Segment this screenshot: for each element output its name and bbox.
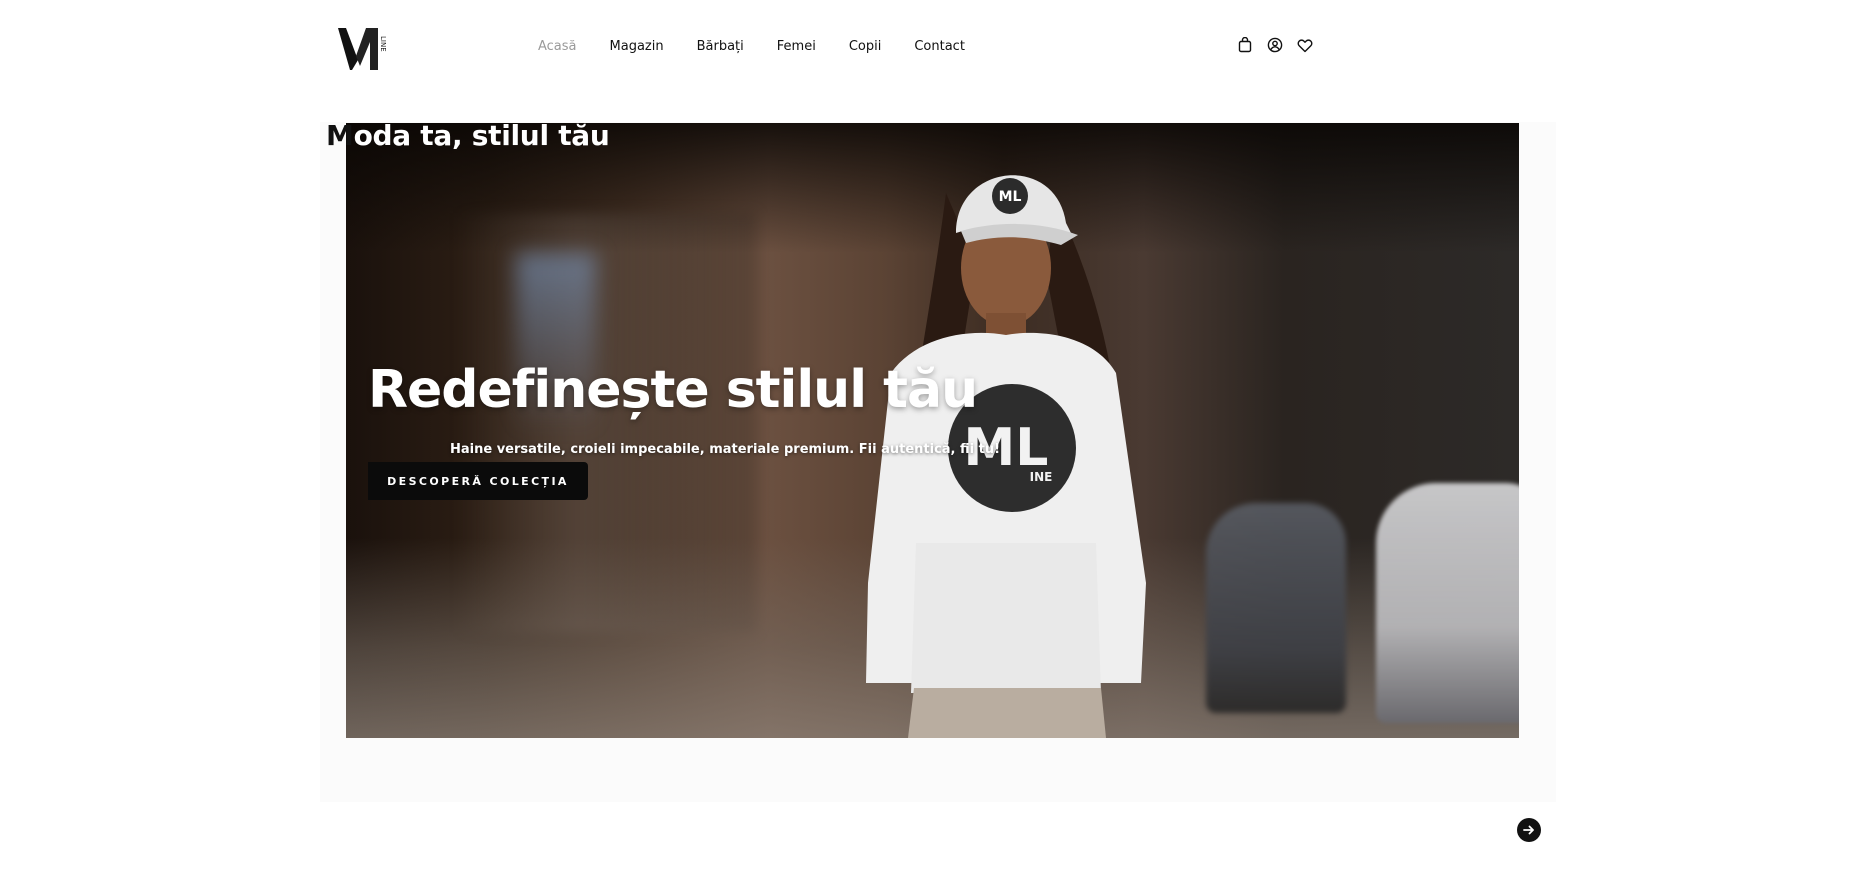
svg-text:LINE: LINE [379,36,387,52]
hero-eyebrow-rest: oda ta, stilul tău [353,119,610,152]
nav-item-contact[interactable]: Contact [914,39,965,54]
main-nav: Acasă Magazin Bărbați Femei Copii Contac… [538,36,998,56]
brand-logo[interactable]: LINE [336,26,388,72]
hero-subtitle: Haine versatile, croieli impecabile, mat… [450,442,1001,457]
hero-eyebrow-first: M [326,119,354,152]
account-icon[interactable] [1266,36,1284,54]
nav-item-shop[interactable]: Magazin [610,39,664,54]
wishlist-heart-icon[interactable] [1296,36,1314,54]
arrow-right-icon [1523,825,1534,835]
model-figure: ML ML INE [866,175,1146,738]
hero-eyebrow: Moda ta, stilul tău [326,119,610,152]
nav-item-kids[interactable]: Copii [849,39,882,54]
shopping-bag-icon[interactable] [1236,36,1254,54]
header-icons [1236,36,1314,54]
hero-image: ML ML INE [346,123,1519,738]
nav-item-men[interactable]: Bărbați [697,39,744,54]
cap-logo-text: ML [999,189,1022,205]
nav-item-women[interactable]: Femei [777,39,816,54]
discover-collection-button[interactable]: DESCOPERĂ COLECȚIA [368,462,588,500]
nav-item-home[interactable]: Acasă [538,39,577,54]
carousel-next-button[interactable] [1517,818,1541,842]
hero-title: Redefinește stilul tău [368,360,978,420]
shirt-logo-subtext: INE [1030,470,1053,484]
